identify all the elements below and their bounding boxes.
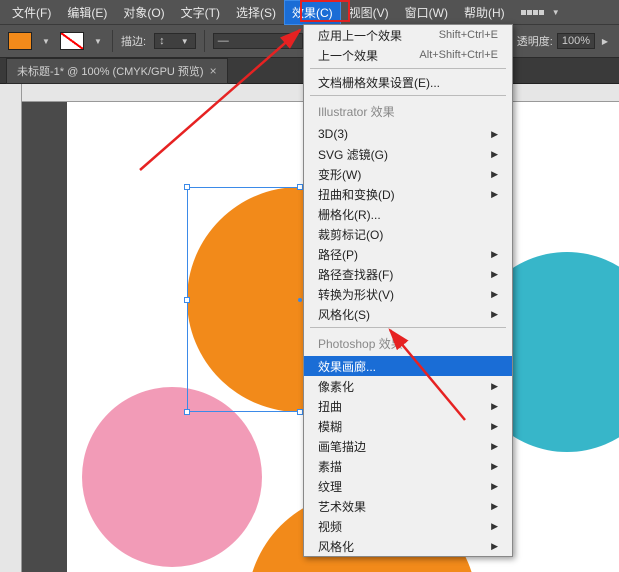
handle[interactable]	[184, 297, 190, 303]
menu-warp[interactable]: 变形(W)	[304, 164, 512, 184]
stroke-label: 描边:	[121, 33, 146, 49]
separator	[112, 30, 113, 52]
menu-apply-last-effect[interactable]: 应用上一个效果Shift+Ctrl+E	[304, 25, 512, 45]
fill-dropdown-icon[interactable]: ▼	[40, 35, 52, 47]
menu-file[interactable]: 文件(F)	[4, 0, 59, 25]
menu-pixelate[interactable]: 像素化	[304, 376, 512, 396]
annotation-box-menu	[300, 0, 350, 22]
stroke-swatch[interactable]	[60, 32, 84, 50]
menu-brush-strokes[interactable]: 画笔描边	[304, 436, 512, 456]
separator	[204, 30, 205, 52]
handle[interactable]	[297, 184, 303, 190]
menu-3d[interactable]: 3D(3)	[304, 124, 512, 144]
document-title: 未标题-1* @ 100% (CMYK/GPU 预览)	[17, 63, 204, 79]
shape-circle-pink[interactable]	[82, 387, 262, 567]
handle[interactable]	[184, 409, 190, 415]
menu-object[interactable]: 对象(O)	[115, 0, 172, 25]
menu-window[interactable]: 窗口(W)	[397, 0, 456, 25]
menu-rasterize[interactable]: 栅格化(R)...	[304, 204, 512, 224]
stroke-weight-field[interactable]: ↕ ▼	[154, 33, 196, 49]
menu-blur[interactable]: 模糊	[304, 416, 512, 436]
section-photoshop: Photoshop 效果	[304, 331, 512, 356]
menu-type[interactable]: 文字(T)	[173, 0, 228, 25]
section-illustrator: Illustrator 效果	[304, 99, 512, 124]
chevron-right-icon[interactable]: ▶	[599, 35, 611, 47]
workspace-switcher[interactable]: ▼	[521, 6, 562, 18]
menu-path[interactable]: 路径(P)	[304, 244, 512, 264]
opacity-field[interactable]: 100%	[557, 33, 595, 49]
handle[interactable]	[297, 409, 303, 415]
effect-menu: 应用上一个效果Shift+Ctrl+E 上一个效果Alt+Shift+Ctrl+…	[303, 24, 513, 557]
menu-crop-marks[interactable]: 裁剪标记(O)	[304, 224, 512, 244]
menu-svg-filters[interactable]: SVG 滤镜(G)	[304, 144, 512, 164]
ruler-vertical	[0, 84, 22, 572]
menu-last-effect[interactable]: 上一个效果Alt+Shift+Ctrl+E	[304, 45, 512, 65]
document-tab[interactable]: 未标题-1* @ 100% (CMYK/GPU 预览) ×	[6, 58, 228, 84]
menu-edit[interactable]: 编辑(E)	[59, 0, 115, 25]
menu-sketch[interactable]: 素描	[304, 456, 512, 476]
menu-distort-ps[interactable]: 扭曲	[304, 396, 512, 416]
menu-pathfinder[interactable]: 路径查找器(F)	[304, 264, 512, 284]
close-icon[interactable]: ×	[210, 64, 217, 78]
handle[interactable]	[184, 184, 190, 190]
fill-swatch[interactable]	[8, 32, 32, 50]
stroke-profile[interactable]: —▼	[213, 33, 303, 49]
opacity-label: 透明度:	[517, 33, 553, 49]
menu-help[interactable]: 帮助(H)	[456, 0, 513, 25]
menu-video[interactable]: 视频	[304, 516, 512, 536]
menu-stylize-ai[interactable]: 风格化(S)	[304, 304, 512, 324]
stroke-dropdown-icon[interactable]: ▼	[92, 35, 104, 47]
menu-effect-gallery[interactable]: 效果画廊...	[304, 356, 512, 376]
menu-stylize-ps[interactable]: 风格化	[304, 536, 512, 556]
menu-doc-raster-settings[interactable]: 文档栅格效果设置(E)...	[304, 72, 512, 92]
menu-distort-transform[interactable]: 扭曲和变换(D)	[304, 184, 512, 204]
menu-convert-shape[interactable]: 转换为形状(V)	[304, 284, 512, 304]
menu-texture[interactable]: 纹理	[304, 476, 512, 496]
menu-select[interactable]: 选择(S)	[228, 0, 284, 25]
menu-artistic[interactable]: 艺术效果	[304, 496, 512, 516]
